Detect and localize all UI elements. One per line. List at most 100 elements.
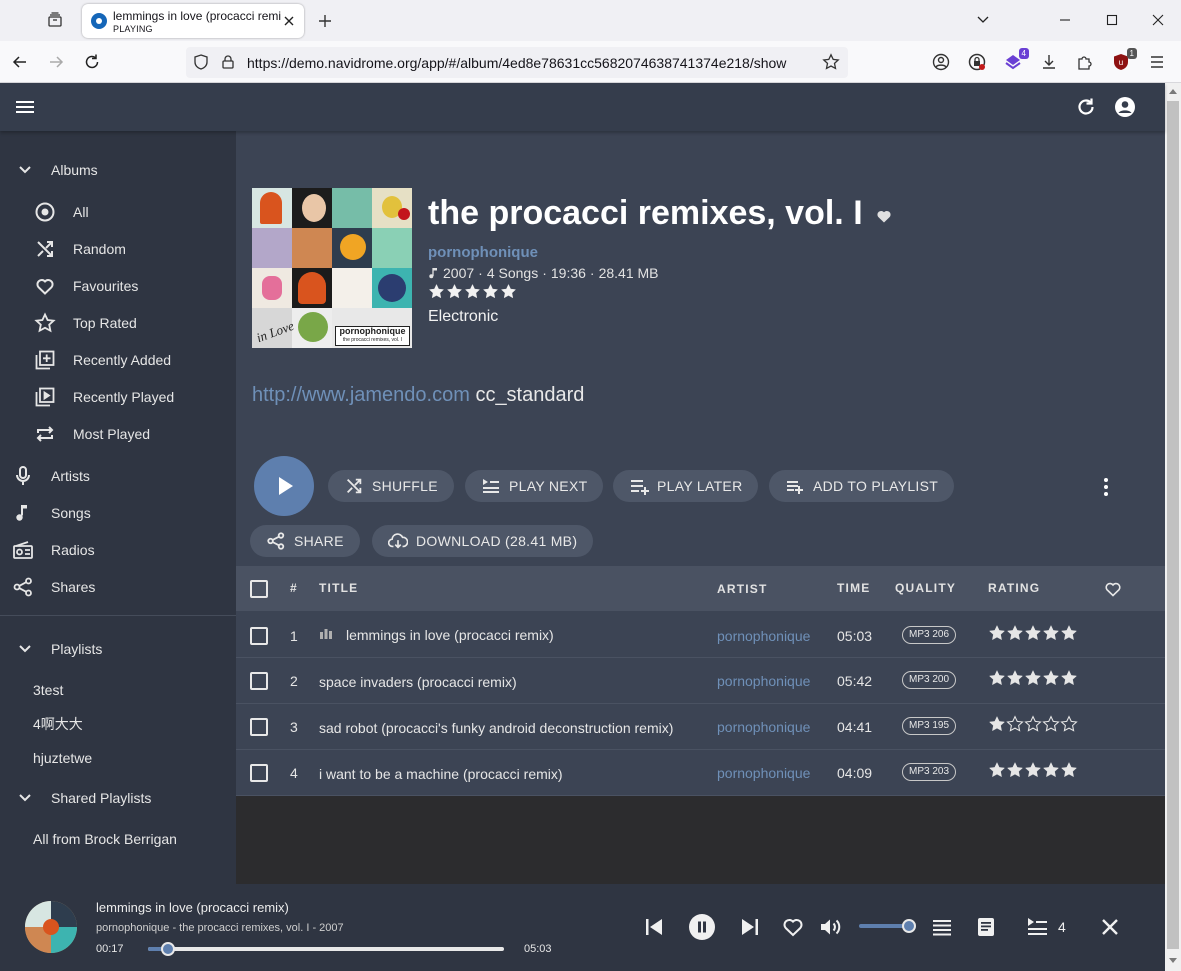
volume-slider[interactable] — [859, 919, 916, 933]
album-rating[interactable] — [428, 283, 517, 300]
star-filled-icon[interactable] — [1006, 761, 1024, 779]
sidebar-item-favourites[interactable]: Favourites — [0, 269, 236, 303]
add-to-playlist-button[interactable]: ADD TO PLAYLIST — [769, 470, 955, 502]
list-all-tabs-icon[interactable] — [970, 8, 996, 32]
sidebar-playlist-item[interactable]: hjuztetwe — [0, 741, 236, 775]
star-filled-icon[interactable] — [464, 283, 481, 300]
star-outline-icon[interactable] — [1006, 715, 1024, 733]
tab-list-icon[interactable] — [40, 7, 70, 33]
scrollbar-thumb[interactable] — [1167, 101, 1179, 949]
favorite-outline-icon[interactable] — [781, 915, 805, 939]
star-filled-icon[interactable] — [1060, 761, 1078, 779]
table-row[interactable]: 1 lemmings in love (procacci remix) porn… — [236, 611, 1165, 658]
star-filled-icon[interactable] — [1006, 669, 1024, 687]
ublock-icon[interactable]: u 1 — [1111, 48, 1137, 72]
sidebar-shared-playlists-header[interactable]: Shared Playlists — [0, 781, 236, 815]
track-artist[interactable]: pornophonique — [717, 628, 810, 644]
track-rating[interactable] — [988, 669, 1078, 687]
close-player-icon[interactable] — [1098, 915, 1122, 939]
row-checkbox[interactable] — [250, 627, 268, 645]
star-filled-icon[interactable] — [988, 624, 1006, 642]
star-filled-icon[interactable] — [1042, 624, 1060, 642]
back-icon[interactable] — [10, 52, 30, 72]
select-all-checkbox[interactable] — [250, 580, 268, 598]
table-row[interactable]: 3 sad robot (procacci's funky android de… — [236, 704, 1165, 750]
col-quality[interactable]: QUALITY — [895, 581, 956, 595]
sidebar-item-shares[interactable]: Shares — [0, 570, 236, 604]
play-button[interactable] — [254, 456, 314, 516]
col-artist[interactable]: ARTIST — [717, 582, 768, 596]
table-row[interactable]: 2 space invaders (procacci remix) pornop… — [236, 658, 1165, 704]
sidebar-item-all[interactable]: All — [0, 195, 236, 229]
sidebar-item-recently-added[interactable]: Recently Added — [0, 343, 236, 377]
track-title[interactable]: i want to be a machine (procacci remix) — [319, 766, 563, 782]
pause-icon[interactable] — [688, 913, 716, 941]
more-vert-icon[interactable] — [1094, 475, 1118, 499]
track-artist[interactable]: pornophonique — [717, 719, 810, 735]
sidebar-albums-header[interactable]: Albums — [0, 153, 236, 187]
table-row[interactable]: 4 i want to be a machine (procacci remix… — [236, 750, 1165, 796]
row-checkbox[interactable] — [250, 672, 268, 690]
star-filled-icon[interactable] — [1042, 669, 1060, 687]
sidebar-playlist-item[interactable]: 4啊大大 — [0, 707, 236, 741]
browser-tab[interactable]: lemmings in love (procacci remix) PLAYIN… — [82, 4, 304, 38]
track-rating[interactable] — [988, 715, 1078, 733]
col-rating[interactable]: RATING — [988, 581, 1040, 595]
play-queue-icon[interactable] — [1026, 915, 1050, 939]
sidebar-playlists-header[interactable]: Playlists — [0, 632, 236, 666]
col-time[interactable]: TIME — [837, 581, 870, 595]
player-cover-art[interactable] — [25, 901, 77, 953]
new-tab-icon[interactable] — [314, 10, 336, 32]
star-filled-icon[interactable] — [1042, 761, 1060, 779]
page-scrollbar[interactable] — [1165, 83, 1181, 971]
album-cover[interactable]: in Love pornophonique the procacci remix… — [252, 188, 412, 348]
star-filled-icon[interactable] — [988, 761, 1006, 779]
star-filled-icon[interactable] — [428, 283, 445, 300]
row-checkbox[interactable] — [250, 718, 268, 736]
user-account-icon[interactable] — [1113, 95, 1137, 119]
sidebar-item-random[interactable]: Random — [0, 232, 236, 266]
col-favorite-heart-icon[interactable] — [1104, 580, 1122, 598]
refresh-icon[interactable] — [1074, 95, 1098, 119]
scroll-up-icon[interactable] — [1168, 87, 1178, 97]
track-artist[interactable]: pornophonique — [717, 765, 810, 781]
close-window-icon[interactable] — [1145, 8, 1171, 32]
star-filled-icon[interactable] — [988, 715, 1006, 733]
share-button[interactable]: SHARE — [250, 525, 360, 557]
track-title[interactable]: sad robot (procacci's funky android deco… — [319, 720, 673, 736]
sidebar-item-most-played[interactable]: Most Played — [0, 417, 236, 451]
volume-icon[interactable] — [818, 915, 842, 939]
sidebar-playlist-item[interactable]: 3test — [0, 673, 236, 707]
menu-icon[interactable] — [1147, 52, 1167, 72]
reload-icon[interactable] — [82, 52, 102, 72]
sidebar-shared-playlist-item[interactable]: All from Brock Berrigan — [0, 822, 236, 856]
track-title[interactable]: lemmings in love (procacci remix) — [346, 627, 554, 643]
star-filled-icon[interactable] — [482, 283, 499, 300]
favorite-heart-icon[interactable] — [876, 208, 892, 224]
star-filled-icon[interactable] — [1060, 669, 1078, 687]
url-bar[interactable]: https://demo.navidrome.org/app/#/album/4… — [186, 47, 848, 78]
track-rating[interactable] — [988, 624, 1078, 642]
album-artist-link[interactable]: pornophonique — [428, 244, 538, 261]
privacy-extension-icon[interactable] — [967, 52, 987, 72]
star-filled-icon[interactable] — [1024, 761, 1042, 779]
play-later-button[interactable]: PLAY LATER — [613, 470, 759, 502]
lyrics-book-icon[interactable] — [974, 915, 998, 939]
track-rating[interactable] — [988, 761, 1078, 779]
row-checkbox[interactable] — [250, 764, 268, 782]
sidebar-item-artists[interactable]: Artists — [0, 459, 236, 493]
player-progress-bar[interactable] — [148, 942, 504, 956]
tracking-shield-icon[interactable] — [192, 53, 210, 71]
star-outline-icon[interactable] — [1024, 715, 1042, 733]
hamburger-menu-icon[interactable] — [13, 95, 37, 119]
track-title[interactable]: space invaders (procacci remix) — [319, 674, 517, 690]
star-filled-icon[interactable] — [988, 669, 1006, 687]
bookmark-star-icon[interactable] — [822, 53, 840, 71]
volume-handle[interactable] — [902, 919, 916, 933]
star-filled-icon[interactable] — [500, 283, 517, 300]
skip-previous-icon[interactable] — [642, 915, 666, 939]
close-tab-icon[interactable] — [281, 13, 297, 29]
downloads-icon[interactable] — [1039, 52, 1059, 72]
col-title[interactable]: TITLE — [319, 581, 358, 595]
minimize-icon[interactable] — [1052, 8, 1078, 32]
